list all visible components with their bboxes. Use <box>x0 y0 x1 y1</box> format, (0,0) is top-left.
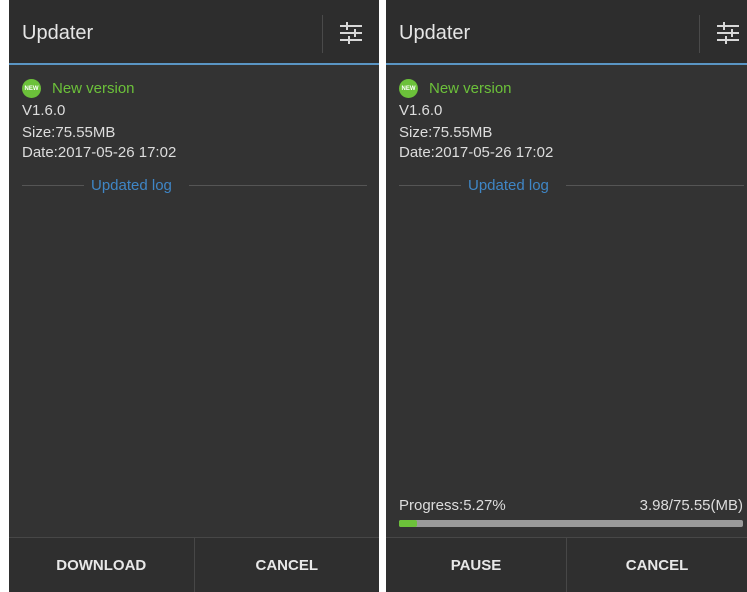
settings-sliders-icon[interactable] <box>715 20 741 46</box>
log-divider-left <box>399 185 461 186</box>
log-divider-left <box>22 185 84 186</box>
cancel-button[interactable]: CANCEL <box>567 538 747 592</box>
new-badge-icon: NEW <box>22 79 41 98</box>
header-divider <box>9 63 379 65</box>
updater-screen-progress: Updater NEW New version V1.6.0 Size:75.5… <box>386 0 747 592</box>
version-text: V1.6.0 <box>22 102 66 119</box>
date-text: Date:2017-05-26 17:02 <box>22 144 177 161</box>
app-title: Updater <box>399 22 471 44</box>
header-divider <box>386 63 747 65</box>
bottom-action-bar: PAUSE CANCEL <box>386 537 747 592</box>
updated-log-link[interactable]: Updated log <box>468 177 549 194</box>
size-text: Size:75.55MB <box>22 124 116 141</box>
new-version-label: New version <box>429 80 512 97</box>
progress-bar-fill <box>399 520 418 527</box>
pause-button[interactable]: PAUSE <box>386 538 566 592</box>
app-title: Updater <box>22 22 94 44</box>
progress-bar <box>399 520 743 527</box>
log-divider-right <box>566 185 744 186</box>
progress-label: Progress:5.27% <box>399 497 506 514</box>
settings-sliders-icon[interactable] <box>338 20 364 46</box>
progress-size-text: 3.98/75.55(MB) <box>639 497 743 514</box>
bottom-action-bar: DOWNLOAD CANCEL <box>9 537 379 592</box>
app-bar: Updater <box>386 0 747 64</box>
date-text: Date:2017-05-26 17:02 <box>399 144 554 161</box>
size-text: Size:75.55MB <box>399 124 493 141</box>
app-bar: Updater <box>9 0 379 64</box>
app-bar-divider <box>322 15 323 53</box>
cancel-button[interactable]: CANCEL <box>195 538 380 592</box>
updater-screen-download: Updater NEW New version V1.6.0 Size:75.5… <box>9 0 379 592</box>
new-badge-icon: NEW <box>399 79 418 98</box>
download-button[interactable]: DOWNLOAD <box>9 538 194 592</box>
log-divider-right <box>189 185 367 186</box>
version-text: V1.6.0 <box>399 102 443 119</box>
new-version-label: New version <box>52 80 135 97</box>
updated-log-link[interactable]: Updated log <box>91 177 172 194</box>
app-bar-divider <box>699 15 700 53</box>
